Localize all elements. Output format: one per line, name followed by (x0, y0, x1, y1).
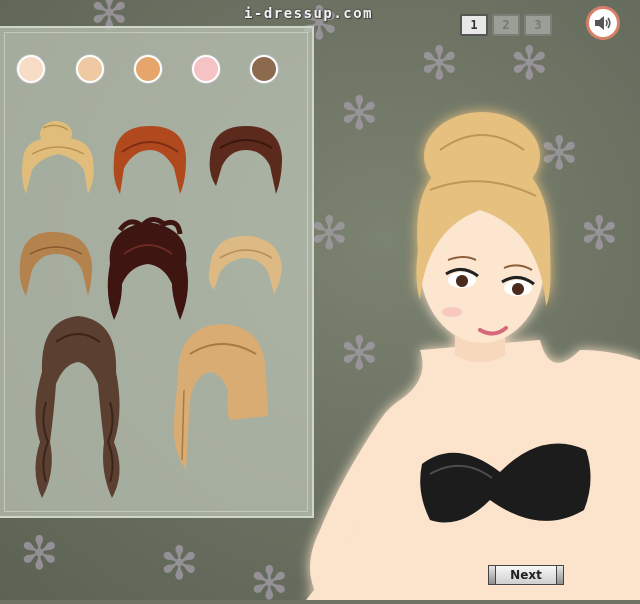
hair-option-dark-bob[interactable] (206, 122, 286, 198)
doll-figure-illustration (306, 112, 640, 600)
page-selector: 1 2 3 (460, 14, 552, 36)
skin-swatch-pink[interactable] (192, 55, 220, 83)
background-flower: ✻ (20, 526, 59, 580)
page-2-button[interactable]: 2 (492, 14, 520, 36)
skin-swatch-light[interactable] (76, 55, 104, 83)
hair-option-blonde-swept[interactable] (206, 232, 284, 296)
hair-option-red-short[interactable] (110, 122, 190, 198)
page-3-button[interactable]: 3 (524, 14, 552, 36)
next-button[interactable]: Next (486, 563, 566, 587)
skin-swatch-pale[interactable] (17, 55, 45, 83)
hair-option-blonde-long-bangs[interactable] (170, 320, 274, 484)
next-button-left-cap (488, 565, 496, 585)
site-logo: i-dressup.com (244, 6, 374, 22)
next-button-body: Next (496, 565, 556, 585)
doll-model (280, 100, 640, 600)
background-flower: ✻ (160, 536, 199, 590)
speaker-icon (595, 16, 611, 30)
skin-swatch-tan[interactable] (134, 55, 162, 83)
skin-swatch-brown[interactable] (250, 55, 278, 83)
background-flower: ✻ (510, 36, 549, 90)
hair-option-light-brown-short[interactable] (18, 228, 94, 300)
next-button-label: Next (510, 568, 542, 582)
page-1-button[interactable]: 1 (460, 14, 488, 36)
next-button-right-cap (556, 565, 564, 585)
hair-option-long-wavy-brown[interactable] (26, 312, 130, 500)
background-flower: ✻ (420, 36, 459, 90)
sound-toggle-button[interactable] (586, 6, 620, 40)
hair-option-blonde-updo[interactable] (18, 118, 98, 198)
